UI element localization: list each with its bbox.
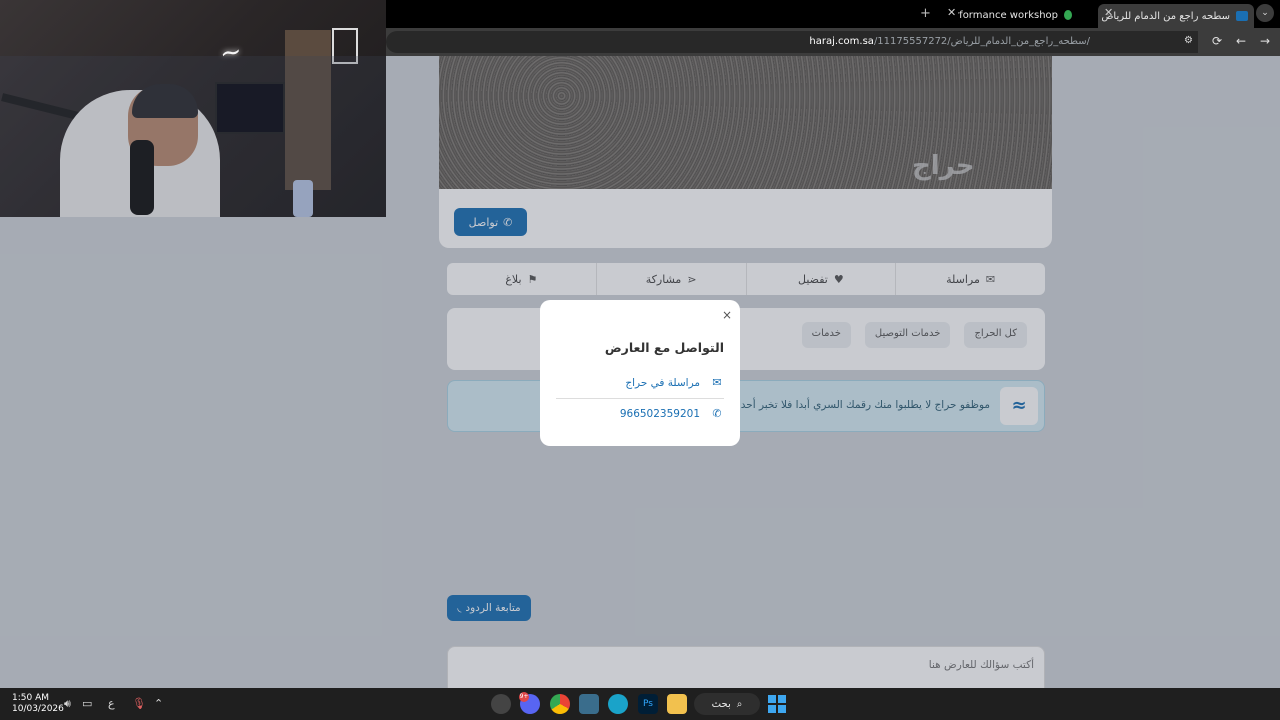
back-arrow-icon[interactable]: ←: [1236, 34, 1246, 48]
edge-icon[interactable]: [608, 694, 628, 714]
network-icon[interactable]: ▭: [82, 697, 92, 710]
url-text: haraj.com.sa/11175557272/سطحه_راجع_من_ال…: [809, 36, 1090, 47]
language-indicator[interactable]: ع: [108, 697, 115, 710]
message-in-haraj-option[interactable]: ✉ مراسلة في حراج: [556, 376, 724, 389]
contact-seller-modal: × التواصل مع العارض ✉ مراسلة في حراج ✆ 9…: [540, 300, 740, 446]
browser-toolbar: haraj.com.sa/11175557272/سطحه_راجع_من_ال…: [386, 28, 1280, 56]
microphone-icon[interactable]: 🎙︎: [132, 697, 146, 710]
forward-arrow-icon[interactable]: →: [1260, 34, 1270, 48]
site-settings-icon[interactable]: ⚙: [1179, 35, 1193, 49]
phone-icon: ✆: [712, 407, 722, 420]
phone-number-option[interactable]: ✆ 966502359201: [556, 407, 724, 420]
address-bar[interactable]: haraj.com.sa/11175557272/سطحه_راجع_من_ال…: [386, 31, 1198, 53]
tab-title: سطحه راجع من الدمام للرياض | حراج: [1098, 10, 1230, 22]
app-window-icon[interactable]: [579, 694, 599, 714]
notification-badge: 9+: [519, 692, 529, 702]
chevron-up-icon[interactable]: ⌃: [154, 697, 163, 710]
envelope-icon: ✉: [712, 376, 722, 389]
windows-start-icon[interactable]: [768, 695, 786, 713]
message-option-label: مراسلة في حراج: [625, 376, 700, 389]
search-icon: ⌕: [736, 698, 743, 710]
photoshop-icon[interactable]: Ps: [638, 694, 658, 714]
phone-number: 966502359201: [619, 407, 700, 420]
taskbar-search[interactable]: ⌕ بحث: [694, 693, 760, 715]
search-label: بحث: [711, 698, 731, 710]
close-tab-icon[interactable]: ✕: [1104, 6, 1113, 19]
tab-title: Speedtech performance workshop: [958, 9, 1058, 21]
file-explorer-icon[interactable]: [667, 694, 687, 714]
tab-haraj[interactable]: سطحه راجع من الدمام للرياض | حراج: [1098, 4, 1254, 28]
divider: [556, 398, 724, 399]
tab-speedtech[interactable]: Speedtech performance workshop: [958, 4, 1078, 26]
browser-tab-strip: سطحه راجع من الدمام للرياض | حراج ✕ Spee…: [386, 0, 1280, 28]
close-tab-icon[interactable]: ✕: [947, 6, 956, 19]
maps-pin-icon: [1064, 10, 1072, 20]
haraj-favicon-icon: [1236, 11, 1248, 21]
modal-title: التواصل مع العارض: [604, 340, 724, 355]
speaker-icon[interactable]: 🔊︎: [64, 697, 71, 711]
tab-search-chevron-icon[interactable]: ⌄: [1256, 4, 1274, 22]
clock-time: 1:50 AM: [12, 693, 49, 703]
new-tab-plus-icon[interactable]: +: [920, 6, 931, 21]
windows-taskbar: 1:50 AM 10/03/2026 🔊︎ ▭ ع 🎙︎ ⌃ 9+ Ps ⌕ ب…: [0, 688, 1280, 720]
chrome-icon[interactable]: [550, 694, 570, 714]
clock[interactable]: 1:50 AM 10/03/2026: [12, 693, 64, 715]
close-icon[interactable]: ×: [722, 308, 732, 322]
reload-icon[interactable]: ⟳: [1212, 34, 1222, 48]
app-recorder-icon[interactable]: [491, 694, 511, 714]
clock-date: 10/03/2026: [12, 704, 64, 714]
